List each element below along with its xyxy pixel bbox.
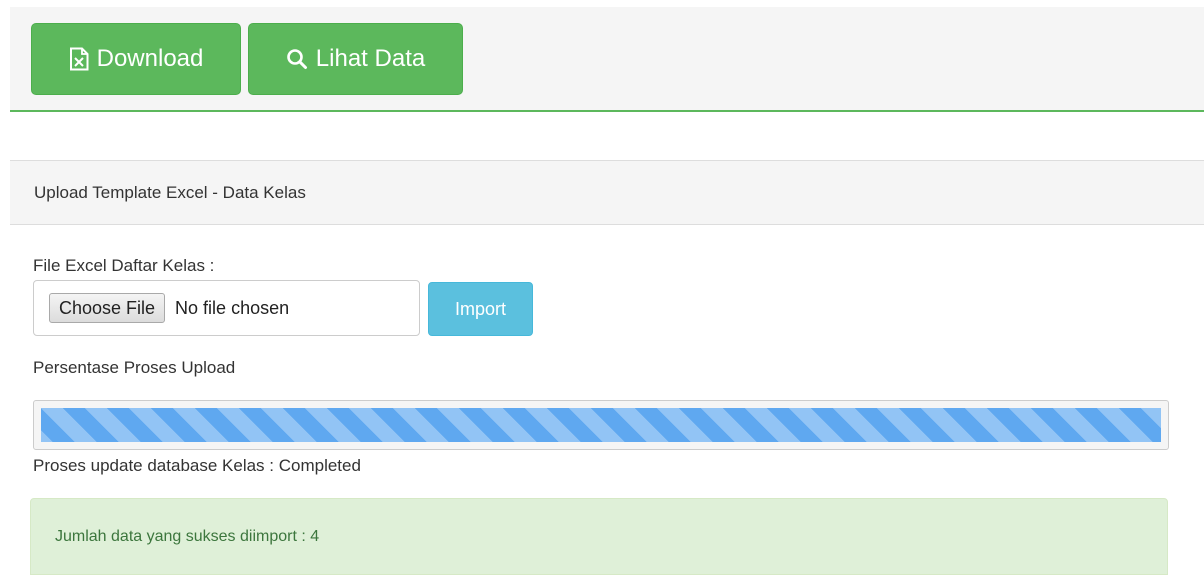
search-icon	[286, 48, 308, 70]
download-button[interactable]: Download	[31, 23, 241, 95]
upload-progress	[33, 400, 1169, 450]
choose-file-button[interactable]: Choose File	[49, 293, 166, 323]
alert-message: Jumlah data yang sukses diimport : 4	[55, 527, 320, 545]
lihat-data-button[interactable]: Lihat Data	[248, 23, 463, 95]
progress-label: Persentase Proses Upload	[33, 358, 236, 377]
toolbar: Download Lihat Data	[10, 7, 1204, 112]
file-excel-icon	[69, 47, 89, 71]
download-label: Download	[96, 45, 204, 72]
file-status: No file chosen	[175, 297, 290, 318]
import-button[interactable]: Import	[428, 282, 533, 336]
lihat-data-label: Lihat Data	[315, 45, 426, 72]
success-alert: Jumlah data yang sukses diimport : 4	[30, 498, 1168, 575]
panel-heading: Upload Template Excel - Data Kelas	[10, 160, 1204, 225]
file-field-label: File Excel Daftar Kelas :	[33, 256, 215, 275]
file-input[interactable]: Choose File No file chosen	[33, 280, 420, 336]
process-status: Proses update database Kelas : Completed	[33, 456, 361, 475]
progress-bar-fill	[41, 408, 1161, 442]
